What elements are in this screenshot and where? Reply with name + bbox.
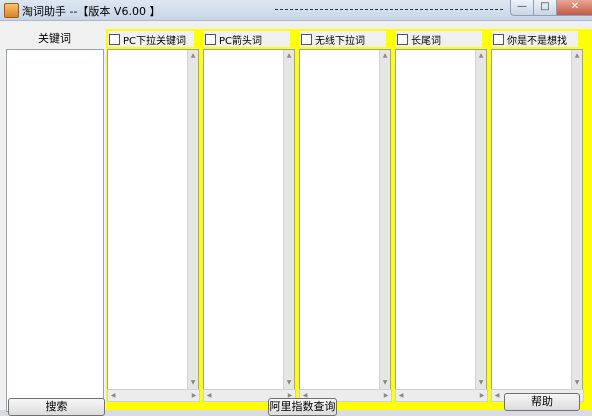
result-list-pc-arrow[interactable]: ▲ ▼ (203, 49, 295, 390)
horizontal-scrollbar[interactable]: ◀ ▶ (107, 389, 200, 402)
scroll-left-icon[interactable]: ◀ (108, 390, 118, 401)
vertical-scrollbar[interactable]: ▲ ▼ (571, 50, 582, 389)
title-divider (275, 9, 503, 10)
column-header-wireless-dropdown[interactable]: 无线下拉词 (300, 31, 386, 47)
column-header-pc-arrow[interactable]: PC箭头词 (204, 31, 290, 47)
help-button[interactable]: 帮助 (504, 393, 580, 411)
close-button[interactable]: ✕ (556, 0, 592, 16)
app-icon (4, 3, 19, 18)
column-label: 无线下拉词 (315, 35, 365, 47)
column-checkbox[interactable] (397, 33, 408, 45)
scroll-left-icon[interactable]: ◀ (396, 390, 406, 401)
result-list-long-tail[interactable]: ▲ ▼ (395, 49, 487, 390)
column-label: PC下拉关键词 (123, 35, 187, 47)
column-label: PC箭头词 (219, 35, 263, 47)
column-checkbox[interactable] (493, 33, 504, 45)
column-checkbox[interactable] (205, 33, 216, 45)
scroll-right-icon[interactable]: ▶ (477, 390, 487, 401)
scroll-left-icon[interactable]: ◀ (492, 390, 502, 401)
window-title: 淘词助手 --【版本 V6.00 】 (22, 5, 161, 18)
search-button[interactable]: 搜索 (8, 398, 105, 416)
title-bar: 淘词助手 --【版本 V6.00 】 — □ ✕ (0, 0, 592, 21)
main-area: 关键词 PC下拉关键词 ▲ ▼ ◀ ▶ PC箭头词 ▲ ▼ ◀ ▶ 无线下拉词 … (0, 21, 592, 416)
keyword-header: 关键词 (38, 32, 71, 45)
scroll-up-icon[interactable]: ▲ (572, 51, 582, 61)
vertical-scrollbar[interactable]: ▲ ▼ (475, 50, 486, 389)
column-checkbox[interactable] (109, 33, 120, 45)
keyword-input[interactable] (6, 49, 104, 412)
maximize-button[interactable]: □ (533, 0, 557, 16)
scroll-down-icon[interactable]: ▼ (476, 378, 486, 388)
result-list-wireless-dropdown[interactable]: ▲ ▼ (299, 49, 391, 390)
scroll-down-icon[interactable]: ▼ (572, 378, 582, 388)
scroll-down-icon[interactable]: ▼ (284, 378, 294, 388)
minimize-button[interactable]: — (510, 0, 534, 16)
column-header-long-tail[interactable]: 长尾词 (396, 31, 482, 47)
scroll-right-icon[interactable]: ▶ (189, 390, 199, 401)
scroll-up-icon[interactable]: ▲ (380, 51, 390, 61)
scroll-down-icon[interactable]: ▼ (188, 378, 198, 388)
scroll-up-icon[interactable]: ▲ (188, 51, 198, 61)
vertical-scrollbar[interactable]: ▲ ▼ (283, 50, 294, 389)
column-label: 长尾词 (411, 35, 441, 47)
column-header-did-you-mean[interactable]: 你是不是想找 (492, 31, 578, 47)
column-checkbox[interactable] (301, 33, 312, 45)
scroll-up-icon[interactable]: ▲ (476, 51, 486, 61)
scroll-up-icon[interactable]: ▲ (284, 51, 294, 61)
column-label: 你是不是想找 (507, 35, 567, 47)
column-header-pc-dropdown[interactable]: PC下拉关键词 (108, 31, 194, 47)
result-list-did-you-mean[interactable]: ▲ ▼ (491, 49, 583, 390)
scroll-right-icon[interactable]: ▶ (381, 390, 391, 401)
scroll-down-icon[interactable]: ▼ (380, 378, 390, 388)
horizontal-scrollbar[interactable]: ◀ ▶ (395, 389, 488, 402)
vertical-scrollbar[interactable]: ▲ ▼ (187, 50, 198, 389)
result-list-pc-dropdown[interactable]: ▲ ▼ (107, 49, 199, 390)
alibaba-index-button[interactable]: 阿里指数查询 (268, 398, 337, 416)
scroll-left-icon[interactable]: ◀ (204, 390, 214, 401)
vertical-scrollbar[interactable]: ▲ ▼ (379, 50, 390, 389)
